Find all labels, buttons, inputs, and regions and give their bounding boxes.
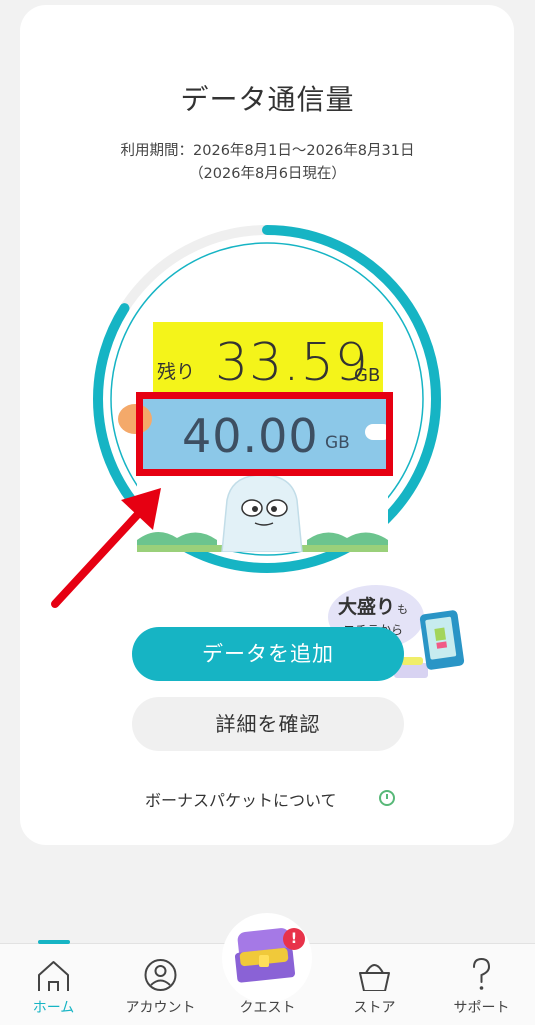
phone-screen: [425, 616, 457, 660]
nav-label: サポート: [453, 1000, 510, 1016]
question-icon: [473, 957, 491, 990]
bonus-packet-link[interactable]: ボーナスパケットについて: [145, 787, 337, 811]
add-data-button[interactable]: データを追加: [132, 627, 404, 681]
promo-main-text: 大盛り: [338, 596, 396, 618]
page-title: データ通信量: [180, 83, 355, 116]
phone-mark: [434, 627, 446, 641]
nav-label: ストア: [353, 1000, 396, 1016]
account-icon: [144, 959, 177, 991]
nav-item-support[interactable]: サポート: [428, 945, 535, 1024]
nav-item-account[interactable]: アカウント: [107, 945, 214, 1024]
remaining-value: 33.59: [215, 333, 369, 393]
details-button[interactable]: 詳細を確認: [132, 697, 404, 751]
period-as-of: （2026年8月6日現在）: [189, 166, 346, 182]
nav-item-quest[interactable]: クエスト: [214, 945, 321, 1024]
home-icon: [38, 961, 69, 991]
nav-item-store[interactable]: ストア: [321, 945, 428, 1024]
info-icon[interactable]: [379, 790, 395, 806]
promo-small-text: も: [397, 603, 408, 616]
phone-mark: [436, 641, 448, 649]
remaining-unit: GB: [354, 365, 381, 386]
nav-label: クエスト: [239, 1000, 296, 1016]
remaining-label: 残り: [157, 361, 196, 383]
character-illustration: [137, 470, 388, 552]
usage-period: 利用期間：2026年8月1日〜2026年8月31日 （2026年8月6日現在）: [0, 140, 535, 186]
nav-item-home[interactable]: ホーム: [0, 945, 107, 1024]
period-range: 利用期間：2026年8月1日〜2026年8月31日: [120, 143, 415, 159]
nav-label: アカウント: [125, 1000, 196, 1016]
nav-active-indicator: [38, 940, 70, 944]
tray-illustration: [401, 657, 423, 665]
nav-label: ホーム: [32, 1000, 75, 1016]
phone-illustration: [419, 609, 465, 671]
annotation-highlight-box: [136, 392, 393, 476]
shopping-basket-icon: [359, 964, 390, 991]
